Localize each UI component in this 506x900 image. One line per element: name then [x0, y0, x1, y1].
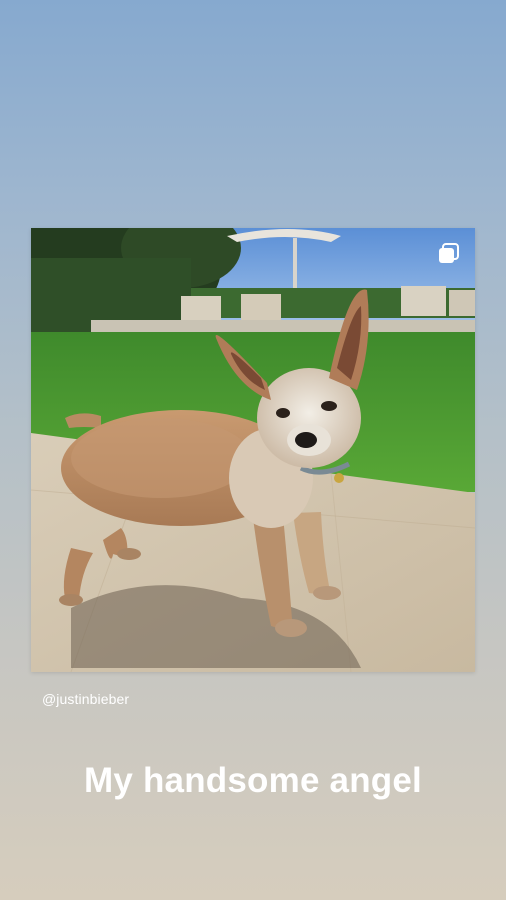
dog-photo: [31, 228, 475, 672]
multiple-images-icon: [439, 243, 459, 263]
story-caption: My handsome angel: [84, 761, 422, 800]
shared-post-card[interactable]: [31, 228, 475, 672]
post-author-username[interactable]: @justinbieber: [42, 691, 129, 707]
story-screen: @justinbieber My handsome angel: [0, 0, 506, 900]
